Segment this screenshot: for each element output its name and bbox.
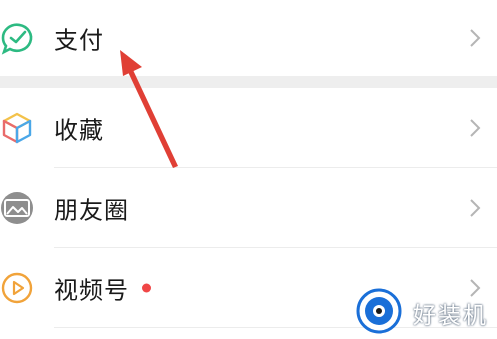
menu-item-label: 支付 <box>54 26 104 55</box>
menu-item-label: 朋友圈 <box>54 196 129 225</box>
menu-item-label: 视频号 <box>54 276 129 305</box>
menu-item-label: 收藏 <box>54 116 104 145</box>
moments-photo-icon <box>1 192 33 224</box>
menu-item-favorites[interactable]: 收藏 <box>0 88 497 168</box>
red-dot-badge <box>142 283 151 293</box>
wechat-pay-icon <box>1 23 33 55</box>
menu-item-moments[interactable]: 朋友圈 <box>0 168 497 248</box>
chevron-right-icon <box>470 119 481 137</box>
chevron-right-icon <box>470 199 481 217</box>
chevron-right-icon <box>470 29 481 47</box>
section-gap <box>0 76 497 88</box>
settings-menu: 支付 收藏 朋友圈 视频号 <box>0 0 497 328</box>
channels-play-icon <box>1 272 33 304</box>
watermark-text: 好装机 <box>413 303 488 329</box>
favorites-cube-icon <box>2 112 32 144</box>
menu-item-pay[interactable]: 支付 <box>0 0 497 76</box>
